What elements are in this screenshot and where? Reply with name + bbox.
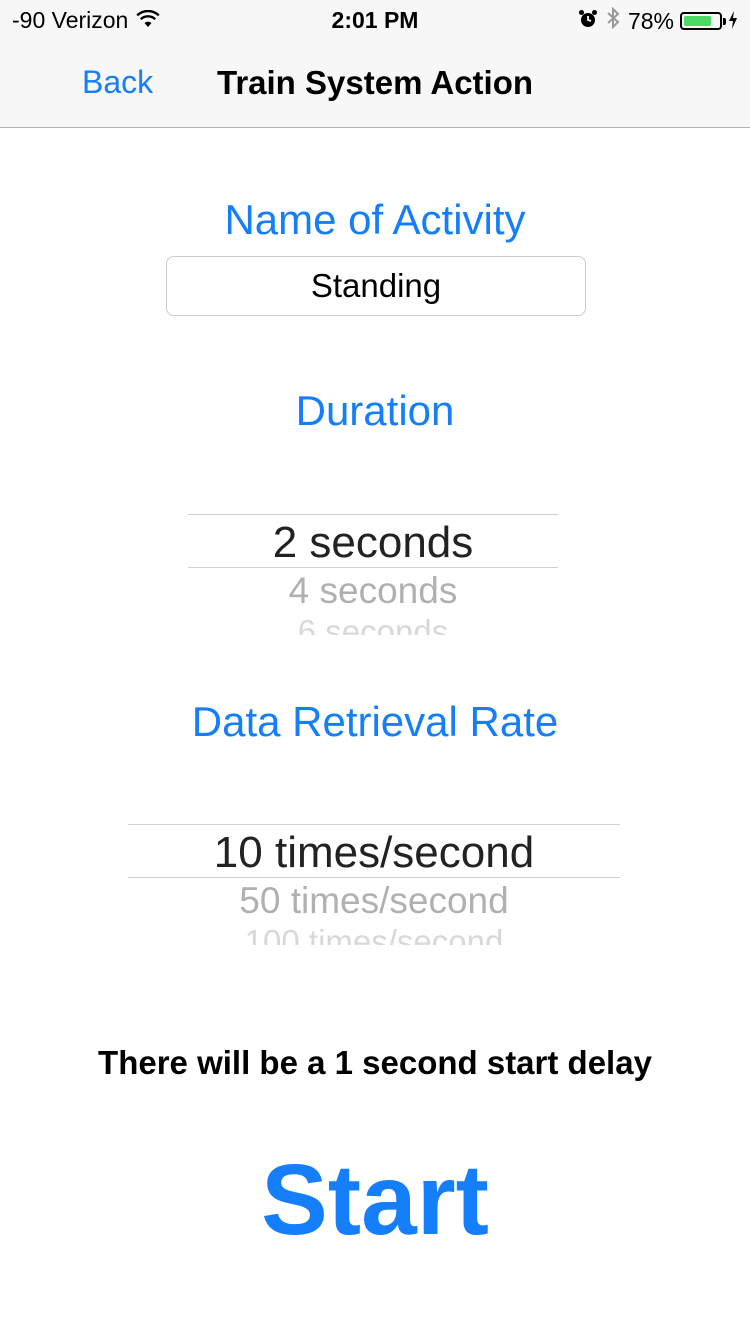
battery-fill	[684, 16, 711, 26]
rate-option[interactable]: 50 times/second	[128, 880, 620, 922]
navigation-bar: Back Train System Action	[0, 40, 750, 128]
alarm-icon	[578, 8, 598, 35]
picker-selection-top-line	[128, 824, 620, 825]
start-delay-notice: There will be a 1 second start delay	[98, 1044, 652, 1081]
rate-picker[interactable]: 10 times/second 50 times/second 100 time…	[128, 810, 620, 945]
battery-icon	[680, 12, 726, 30]
start-button[interactable]: Start	[225, 1140, 525, 1260]
charging-icon	[728, 8, 738, 35]
rate-label: Data Retrieval Rate	[191, 698, 559, 745]
rate-option[interactable]: 100 times/second	[128, 923, 620, 945]
picker-selection-top-line	[188, 514, 558, 515]
back-button[interactable]: Back	[82, 64, 153, 101]
duration-option[interactable]: 4 seconds	[188, 570, 558, 612]
duration-label: Duration	[295, 387, 455, 434]
status-right: 78%	[578, 6, 738, 35]
battery-tip	[723, 18, 726, 25]
duration-option-selected[interactable]: 2 seconds	[188, 518, 558, 568]
activity-label: Name of Activity	[224, 196, 526, 243]
activity-name-input[interactable]	[166, 256, 586, 316]
battery-percent: 78%	[627, 7, 674, 34]
status-bar: -90 Verizon 2:01 PM 78%	[0, 0, 750, 40]
bluetooth-icon	[606, 6, 620, 35]
duration-picker[interactable]: 2 seconds 4 seconds 6 seconds	[188, 500, 558, 635]
rate-option-selected[interactable]: 10 times/second	[128, 828, 620, 878]
duration-option[interactable]: 6 seconds	[188, 613, 558, 635]
